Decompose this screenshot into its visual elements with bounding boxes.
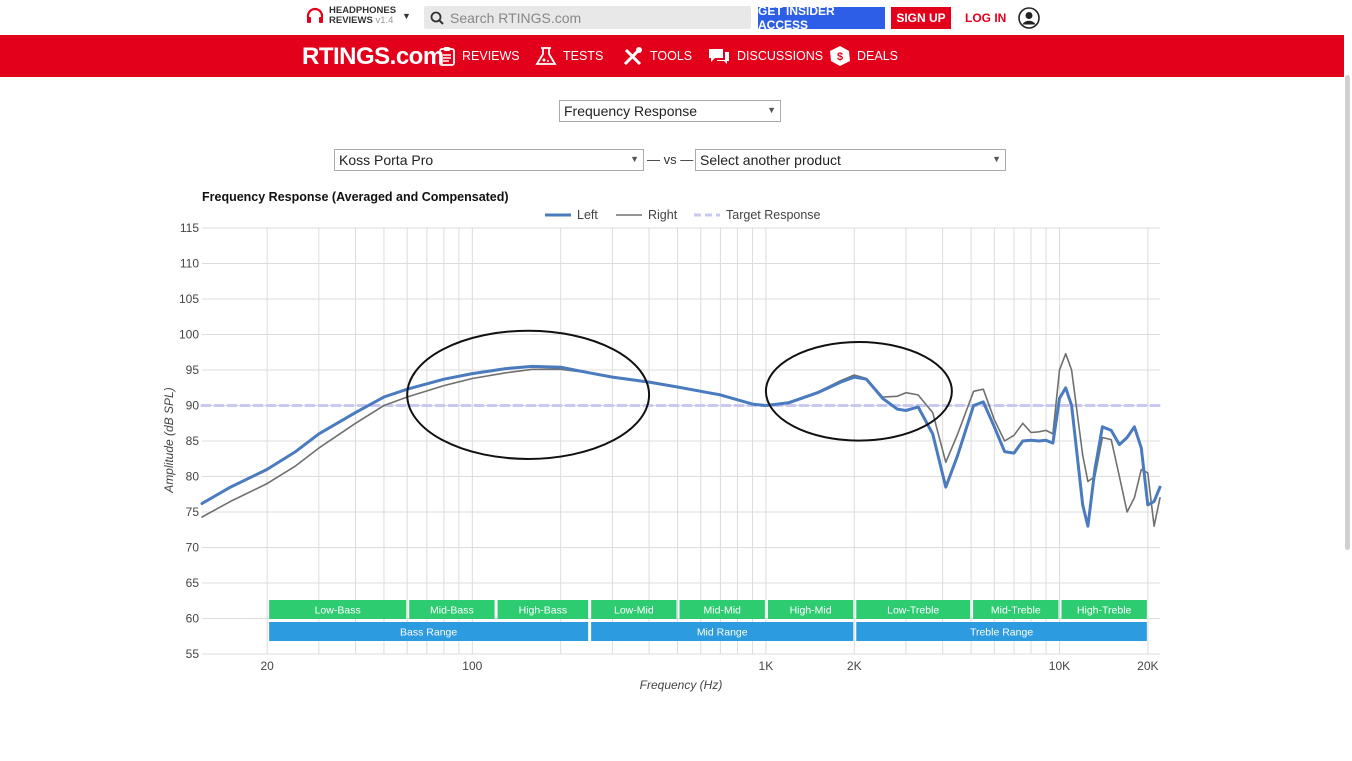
range-band-sub-label: Mid-Treble [991,605,1041,617]
range-band-main-label: Mid Range [697,627,748,639]
range-band-sub-label: High-Treble [1077,605,1132,617]
y-tick-label: 65 [186,576,200,590]
y-tick-label: 100 [179,328,199,342]
x-tick-label: 10K [1049,659,1070,673]
y-tick-label: 55 [186,647,200,661]
range-band-sub-label: Mid-Bass [430,605,474,617]
range-band-main-label: Bass Range [400,627,457,639]
y-tick-label: 90 [186,399,200,413]
x-axis-label: Frequency (Hz) [640,678,723,692]
frequency-response-chart: Amplitude (dB SPL) Frequency (Hz) 55 60 65… [162,221,1162,692]
x-tick-label: 20K [1137,659,1158,673]
range-band-sub-label: Low-Treble [887,605,939,617]
x-tick-label: 20 [260,659,274,673]
range-band-sub-label: Mid-Mid [704,605,741,617]
x-tick-label: 100 [462,659,482,673]
x-tick-label: 1K [759,659,774,673]
y-tick-label: 75 [186,505,200,519]
y-tick-label: 70 [186,541,200,555]
y-tick-label: 95 [186,363,200,377]
y-tick-label: 105 [179,292,199,306]
range-band-main-label: Treble Range [970,627,1033,639]
series-right [201,352,1161,527]
range-band-sub-label: High-Bass [519,605,567,617]
y-tick-label: 85 [186,434,200,448]
y-tick-label: 80 [186,470,200,484]
y-axis-label: Amplitude (dB SPL) [162,387,176,493]
annotation-ellipse [764,341,953,442]
x-tick-label: 2K [847,659,862,673]
range-band-sub-label: Low-Bass [315,605,361,617]
range-band-sub-label: High-Mid [790,605,832,617]
range-band-sub-label: Low-Mid [614,605,654,617]
y-tick-label: 115 [180,221,199,235]
y-tick-label: 60 [186,612,200,626]
series-left [200,364,1162,528]
y-tick-label: 110 [180,257,199,271]
